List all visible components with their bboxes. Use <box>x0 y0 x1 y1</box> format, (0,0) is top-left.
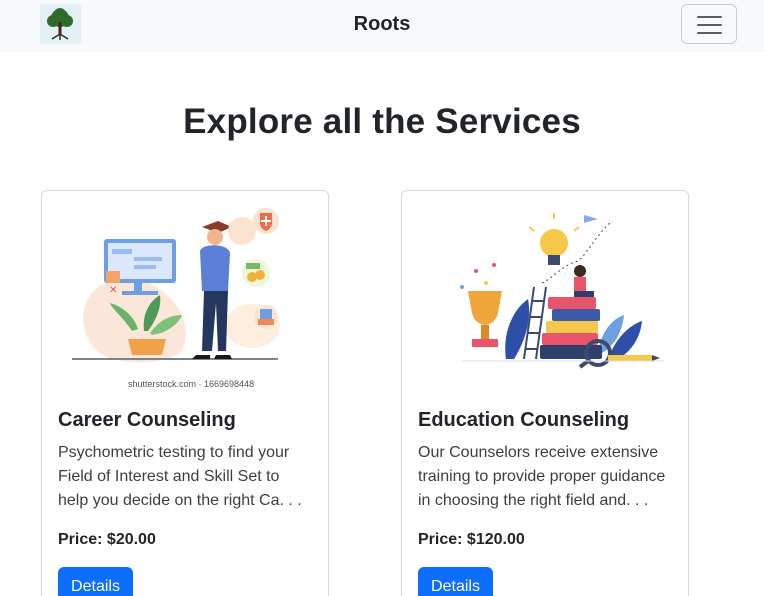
details-button[interactable]: Details <box>418 567 493 596</box>
svg-text:✕: ✕ <box>109 285 117 296</box>
image-caption: shutterstock.com · 1669698448 <box>128 379 254 389</box>
service-card-career: ✕ shutterstock.com · 1669698448 Career C… <box>41 190 329 596</box>
menu-toggle-button[interactable] <box>681 4 737 44</box>
brand-title[interactable]: Roots <box>0 13 764 36</box>
card-price: Price: $20.00 <box>58 531 156 548</box>
navbar: Roots <box>0 0 764 52</box>
education-illustration-image <box>402 191 687 391</box>
page-title: Explore all the Services <box>183 102 581 141</box>
card-title: Career Counseling <box>58 409 236 431</box>
details-button[interactable]: Details <box>58 567 133 596</box>
card-title: Education Counseling <box>418 409 630 431</box>
career-illustration-image: ✕ shutterstock.com · 1669698448 <box>42 191 328 391</box>
hamburger-menu-icon <box>697 16 722 34</box>
service-card-education: Education Counseling Our Counselors rece… <box>401 190 689 596</box>
card-price: Price: $120.00 <box>418 531 525 548</box>
card-description: Psychometric testing to find your Field … <box>58 444 302 509</box>
card-description: Our Counselors receive extensive trainin… <box>418 444 666 509</box>
